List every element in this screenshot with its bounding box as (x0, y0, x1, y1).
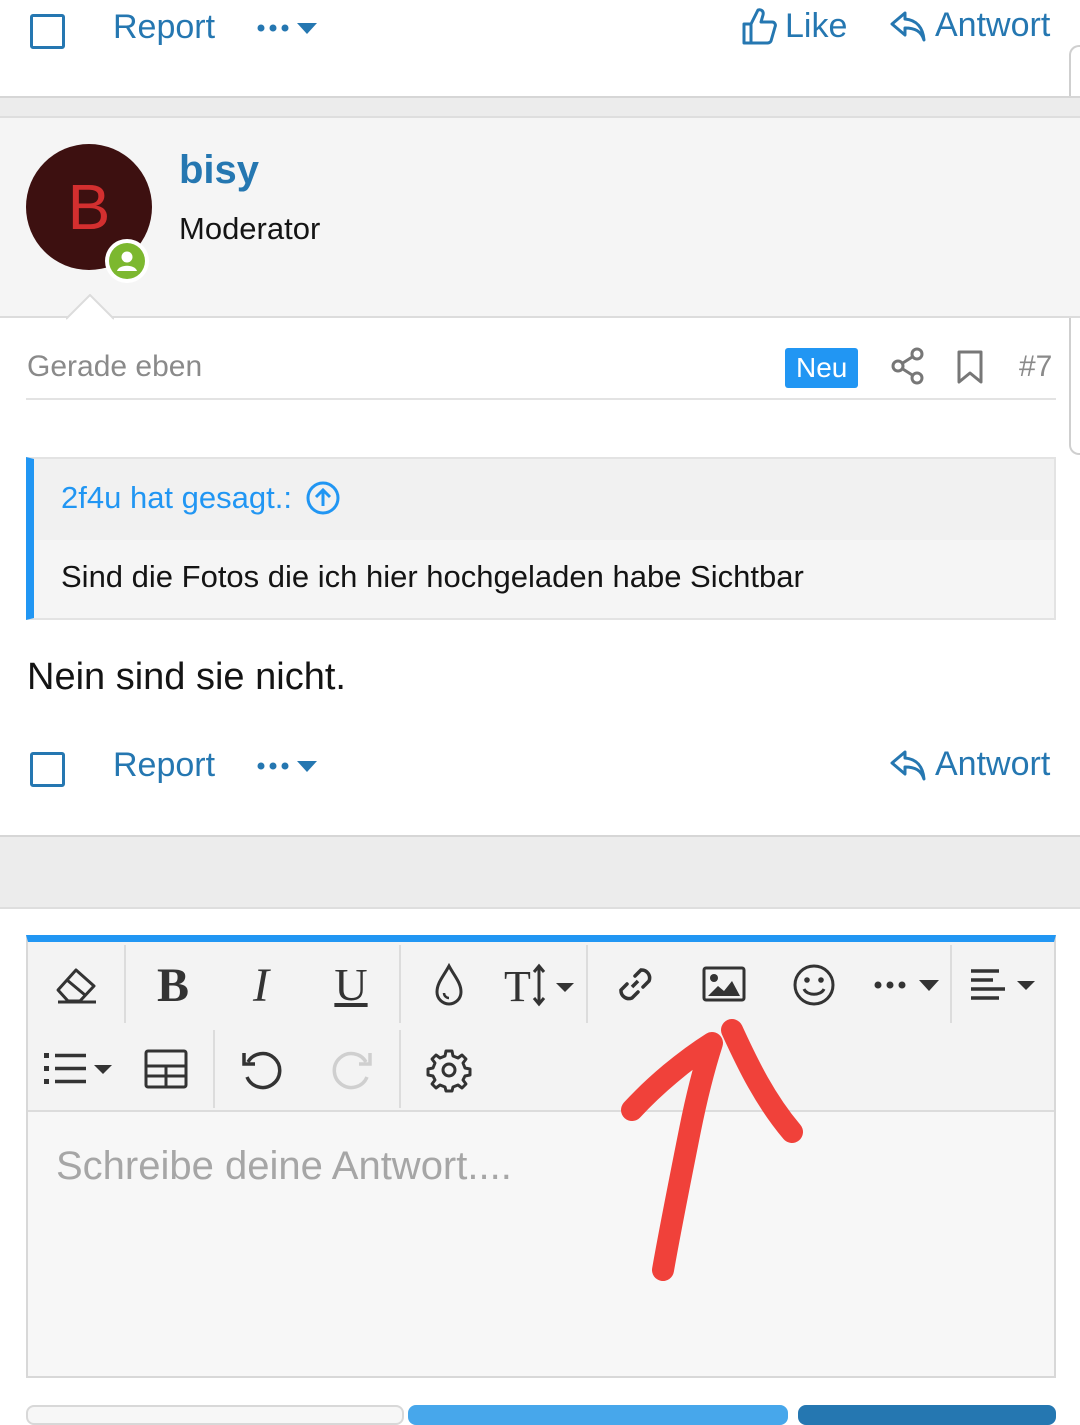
annotation-arrow (600, 1010, 830, 1300)
online-status-icon (105, 239, 149, 283)
report-label: Report (113, 8, 216, 46)
meta-divider (26, 398, 1056, 400)
text-color-icon[interactable] (428, 960, 470, 1010)
reply-arrow-icon (889, 746, 927, 784)
bottom-button-middle[interactable] (408, 1405, 788, 1425)
report-button[interactable]: Report (113, 8, 215, 47)
table-icon[interactable] (141, 1045, 191, 1093)
post-separator (0, 96, 1080, 118)
more-options-button[interactable] (257, 754, 321, 778)
share-icon[interactable] (891, 347, 925, 385)
quote-author-label: 2f4u hat gesagt.: (61, 480, 292, 515)
reply-button-top[interactable]: Antwort (889, 6, 1050, 45)
like-label: Like (785, 6, 848, 45)
arrow-up-circle-icon (306, 481, 340, 515)
bottom-button-right[interactable] (798, 1405, 1056, 1425)
eraser-icon[interactable] (50, 960, 104, 1010)
post-time[interactable]: Gerade eben (27, 350, 202, 384)
user-role: Moderator (179, 211, 321, 246)
bookmark-icon[interactable] (956, 349, 984, 385)
toolbar-separator (399, 945, 401, 1023)
italic-icon[interactable]: I (236, 957, 286, 1013)
smiley-icon[interactable] (789, 960, 839, 1010)
toolbar-separator (213, 1030, 215, 1108)
toolbar-separator (124, 945, 126, 1023)
svg-text:T: T (504, 962, 531, 1009)
new-badge: Neu (785, 348, 859, 388)
select-post-checkbox[interactable] (30, 14, 65, 49)
underline-icon[interactable]: U (326, 955, 376, 1013)
post-body: Nein sind sie nicht. (27, 656, 346, 698)
reply-arrow-icon (889, 7, 927, 45)
more-icon[interactable] (872, 968, 942, 1002)
select-post-checkbox[interactable] (30, 752, 65, 787)
bottom-button-left[interactable] (26, 1405, 404, 1425)
list-icon[interactable] (42, 1047, 116, 1091)
more-dots-icon (257, 754, 321, 778)
image-icon[interactable] (700, 960, 748, 1008)
username[interactable]: bisy (179, 148, 259, 193)
post-number[interactable]: #7 (1019, 350, 1052, 384)
settings-icon[interactable] (424, 1045, 474, 1095)
link-icon[interactable] (611, 959, 659, 1009)
font-size-icon[interactable]: T (504, 958, 578, 1012)
avatar-letter: B (67, 171, 111, 243)
reply-placeholder: Schreibe deine Antwort.... (56, 1144, 512, 1188)
more-dots-icon (257, 16, 321, 40)
bold-icon[interactable]: B (148, 957, 198, 1013)
more-options-button[interactable] (257, 16, 321, 40)
align-icon[interactable] (968, 962, 1040, 1008)
toolbar-separator (950, 945, 952, 1023)
report-button[interactable]: Report (113, 746, 215, 785)
section-separator (0, 835, 1080, 909)
quote-text: Sind die Fotos die ich hier hochgeladen … (61, 559, 804, 594)
reply-label: Antwort (935, 745, 1051, 783)
like-button[interactable]: Like (741, 6, 847, 46)
quote-author[interactable]: 2f4u hat gesagt.: (61, 480, 340, 516)
reply-button[interactable]: Antwort (889, 745, 1050, 784)
undo-icon[interactable] (236, 1045, 288, 1095)
header-pointer (66, 294, 114, 320)
reply-textarea[interactable]: Schreibe deine Antwort.... (28, 1112, 1054, 1376)
reply-label: Antwort (935, 6, 1051, 44)
toolbar-separator (399, 1030, 401, 1108)
user-header (0, 118, 1080, 318)
redo-icon[interactable] (326, 1045, 378, 1095)
thumbs-up-icon (741, 6, 777, 46)
report-label: Report (113, 746, 216, 784)
toolbar-separator (586, 945, 588, 1023)
